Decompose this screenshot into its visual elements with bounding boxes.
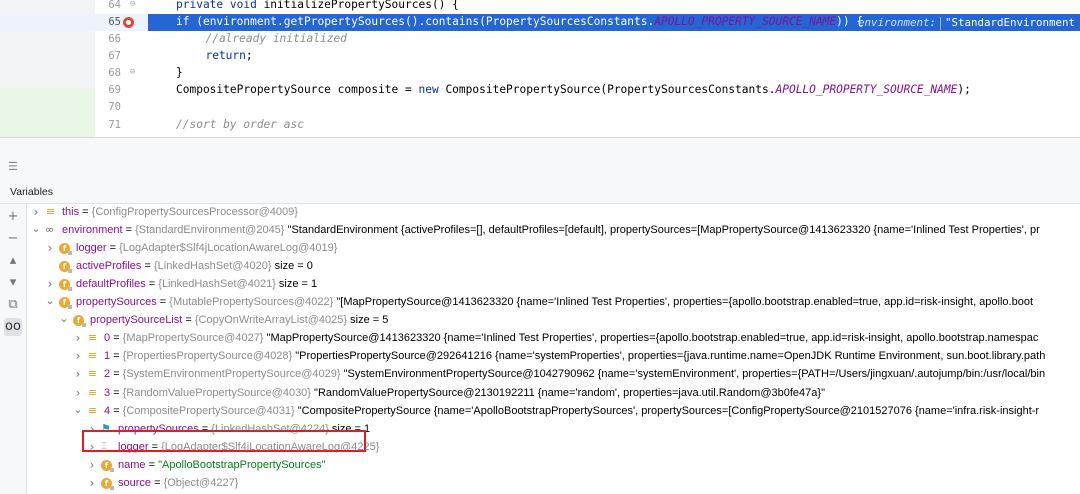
tree-row-2[interactable]: › ≡ 2 = {SystemEnvironmentPropertySource@4… (28, 366, 1080, 384)
line-number: 66 (108, 33, 121, 45)
collapse-arrow-icon[interactable]: ⌄ (45, 294, 55, 307)
element-icon: ≡ (87, 331, 98, 344)
tree-row-0[interactable]: › ≡ 0 = {MapPropertySource@4027} "MapPrope… (28, 330, 1080, 348)
show-watches-icon[interactable]: oo (4, 318, 22, 336)
collapse-arrow-icon[interactable]: ⌄ (31, 222, 41, 235)
code-line[interactable]: 68 ⊖} (0, 65, 1080, 82)
line-number: 71 (108, 119, 121, 131)
tree-row-text: 1 = {PropertiesPropertySource@4028} "Pro… (104, 350, 1046, 362)
tree-row-text: 4 = {CompositePropertySource@4031} "Comp… (104, 405, 1040, 417)
move-down-icon[interactable]: ▾ (4, 274, 22, 292)
code-line-current[interactable]: 65 if (environment.getPropertySources().c… (0, 14, 1080, 31)
collapse-arrow-icon[interactable]: ⌄ (59, 312, 69, 325)
tree-row-text: activeProfiles = {LinkedHashSet@4020} si… (76, 260, 313, 272)
field-icon: f (59, 243, 72, 255)
breakpoint-icon[interactable] (123, 17, 134, 28)
line-number: 67 (108, 50, 121, 62)
code-line[interactable]: 66 //already initialized (0, 31, 1080, 48)
fold-icon[interactable]: ⊖ (130, 67, 135, 77)
watch-icon: ∞ (45, 223, 55, 236)
code-line[interactable]: 69 CompositePropertySource composite = ne… (0, 82, 1080, 99)
inline-debug-value: environment: "StandardEnvironment (858, 16, 1076, 30)
tree-row-3[interactable]: › ≡ 3 = {RandomValuePropertySource@4030} "… (28, 385, 1080, 403)
tree-row-text: propertySourceList = {CopyOnWriteArrayLi… (90, 314, 389, 326)
code-line[interactable]: 70 (0, 99, 1080, 116)
field-icon: f (59, 261, 72, 273)
code-text: //sort by order asc (176, 118, 304, 131)
tree-row-text: source = {Object@4227} (118, 477, 239, 489)
code-text: //already initialized (192, 32, 347, 45)
add-watch-icon[interactable]: + (4, 208, 22, 226)
code-line[interactable]: 64 ⊖ private void initializePropertySource… (0, 0, 1080, 14)
line-number: 70 (108, 101, 121, 113)
code-text: private void initializePropertySources()… (176, 0, 459, 11)
tree-row-text: 2 = {SystemEnvironmentPropertySource@402… (104, 368, 1046, 380)
line-number: 68 (108, 67, 121, 79)
tree-row-text: logger = {LogAdapter$Slf4jLocationAwareL… (76, 242, 338, 254)
field-icon: f (59, 297, 72, 309)
tree-row-text: environment = {StandardEnvironment@2045}… (62, 224, 1040, 236)
expand-arrow-icon[interactable]: › (31, 205, 41, 219)
code-text: CompositePropertySource composite = new … (176, 83, 971, 96)
element-icon: ≡ (87, 349, 98, 362)
expand-arrow-icon[interactable]: › (87, 476, 97, 490)
element-icon: ≡ (87, 404, 98, 417)
tree-row-text: this = {ConfigPropertySourcesProcessor@4… (62, 206, 298, 218)
line-number: 65 (108, 16, 121, 28)
tree-row-text: 3 = {RandomValuePropertySource@4030} "Ra… (104, 387, 825, 399)
tree-row-logger[interactable]: › f logger = {LogAdapter$Slf4jLocationAwar… (28, 240, 1080, 258)
line-number: 69 (108, 84, 121, 96)
field-icon: f (101, 460, 114, 472)
code-line[interactable]: 67 return; (0, 48, 1080, 65)
copy-icon[interactable]: ⧉ (4, 296, 22, 314)
code-text: } (176, 66, 183, 79)
tree-row-environment[interactable]: ⌄ ∞ environment = {StandardEnvironment@204… (28, 222, 1080, 240)
element-icon: ≡ (87, 386, 98, 399)
field-icon: f (101, 478, 114, 490)
code-line[interactable]: 71 //sort by order asc (0, 117, 1080, 134)
remove-watch-icon[interactable]: − (4, 230, 22, 248)
annotation-highlight-box (82, 430, 366, 452)
tree-row-text: name = "ApolloBootstrapPropertySources" (118, 459, 326, 471)
tree-row-propertySourceList[interactable]: ⌄ f propertySourceList = {CopyOnWriteArray… (28, 312, 1080, 330)
tree-row-text: propertySources = {MutablePropertySource… (76, 296, 1034, 308)
line-number: 64 (108, 0, 121, 11)
expand-arrow-icon[interactable]: › (45, 241, 55, 255)
variables-header: Variables (0, 181, 1080, 204)
expand-arrow-icon[interactable]: › (73, 349, 83, 363)
tree-row-activeProfiles[interactable]: f activeProfiles = {LinkedHashSet@4020} s… (28, 258, 1080, 276)
element-icon: ≡ (45, 205, 56, 218)
code-editor[interactable]: 64 ⊖ private void initializePropertySource… (0, 0, 1080, 137)
tree-row-4[interactable]: ⌄ ≡ 4 = {CompositePropertySource@4031} "Co… (28, 403, 1080, 421)
variables-title: Variables (10, 186, 53, 198)
field-icon: f (59, 279, 72, 291)
tree-row-text: defaultProfiles = {LinkedHashSet@4021} s… (76, 278, 318, 290)
expand-arrow-icon[interactable]: › (45, 277, 55, 291)
layout-settings-icon[interactable]: ☰ (8, 160, 18, 173)
tree-row-propertySources[interactable]: ⌄ f propertySources = {MutablePropertySour… (28, 294, 1080, 312)
tree-row-text: 0 = {MapPropertySource@4027} "MapPropert… (104, 332, 1039, 344)
tree-row-1[interactable]: › ≡ 1 = {PropertiesPropertySource@4028} "P… (28, 348, 1080, 366)
expand-arrow-icon[interactable]: › (73, 386, 83, 400)
expand-arrow-icon[interactable]: › (87, 458, 97, 472)
fold-icon[interactable]: ⊖ (130, 0, 135, 9)
element-icon: ≡ (87, 367, 98, 380)
expand-arrow-icon[interactable]: › (73, 367, 83, 381)
collapse-arrow-icon[interactable]: ⌄ (73, 403, 83, 416)
code-text: return; (192, 49, 253, 62)
variables-side-toolbar: + − ▴ ▾ ⧉ oo (0, 204, 27, 494)
move-up-icon[interactable]: ▴ (4, 252, 22, 270)
code-text: if (environment.getPropertySources().con… (176, 15, 864, 28)
field-icon: f (73, 315, 86, 327)
tree-row-this[interactable]: › ≡ this = {ConfigPropertySourcesProcessor… (28, 204, 1080, 222)
debugger-toolbar-area: ☰ (0, 137, 1080, 181)
tree-row-source[interactable]: › f source = {Object@4227} (28, 475, 1080, 493)
tree-row-defaultProfiles[interactable]: › f defaultProfiles = {LinkedHashSet@4021}… (28, 276, 1080, 294)
expand-arrow-icon[interactable]: › (73, 331, 83, 345)
tree-row-name[interactable]: › f name = "ApolloBootstrapPropertySources… (28, 457, 1080, 475)
